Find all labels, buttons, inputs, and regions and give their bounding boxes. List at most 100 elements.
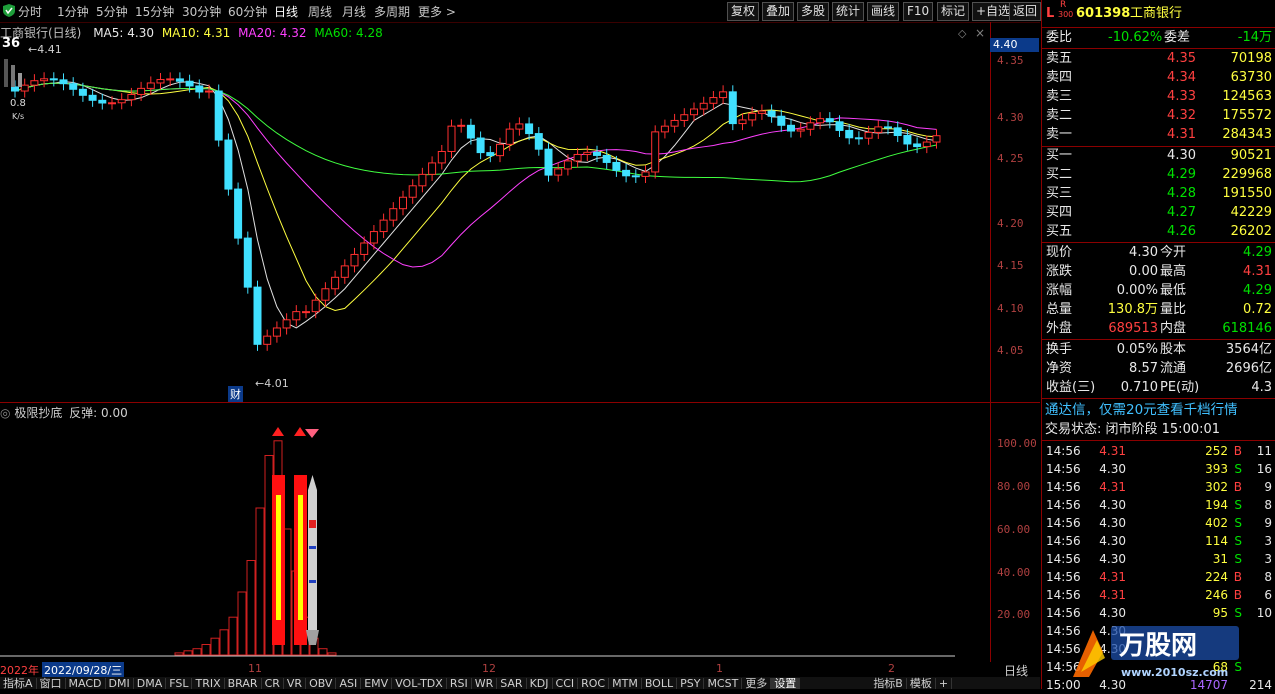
triangle-up-icon [294,427,306,436]
tick-side: B [1233,480,1242,494]
bid-row: 买三 4.28 191550 [1042,185,1275,203]
indicator-tab[interactable]: 设置 [771,678,801,689]
indicator-tab[interactable]: MACD [66,678,106,689]
indicator-tab[interactable]: 指标B [870,678,907,689]
candle [389,208,398,221]
signal-bar-core [298,495,303,620]
indicator-tab[interactable]: BOLL [642,678,678,689]
ask-price: 4.33 [1167,89,1196,104]
period-tab-more[interactable]: 更多 > [418,3,456,20]
bid-label: 买三 [1046,186,1073,201]
stat-label: 总量 [1046,302,1073,317]
period-tab-60min[interactable]: 60分钟 [228,3,267,20]
fund-label: PE(动) [1160,380,1200,395]
indicator-tab[interactable]: FSL [166,678,193,689]
indicator-tab[interactable]: WR [472,678,498,689]
indicator-tab[interactable]: MCST [704,678,743,689]
tick-time: 14:56 [1046,588,1081,602]
indicator-tab[interactable]: MTM [609,678,642,689]
indicator-chart[interactable] [0,420,990,660]
price-axis: 4.35 4.30 4.25 4.20 4.15 4.10 4.05 100.0… [990,22,1041,662]
badge-unit: K/s [12,112,25,121]
stat-value: 4.30 [1129,245,1158,260]
indicator-tab[interactable]: CR [262,678,284,689]
fund-row: 净资 8.57 流通 2696亿 [1042,360,1275,378]
indicator-tab[interactable]: SAR [497,678,527,689]
bid-row: 买四 4.27 42229 [1042,204,1275,222]
mark-button[interactable]: 标记 [937,2,970,21]
ask-label: 卖四 [1046,70,1073,85]
indicator-tab[interactable]: ROC [578,678,610,689]
period-tab-multi[interactable]: 多周期 [374,3,410,20]
indicator-tab[interactable]: OBV [306,678,337,689]
indicator-tab[interactable]: 更多 [742,678,772,689]
period-tab-daily[interactable]: 日线 [274,3,298,20]
price-tick: 4.10 [997,302,1024,315]
candle [205,90,213,93]
draw-line-button[interactable]: 画线 [867,2,900,21]
low-price-label: ←4.01 [255,377,289,390]
candle [302,311,310,314]
indicator-tab[interactable]: 模板 [907,678,936,689]
candle [476,137,485,154]
back-button[interactable]: 返回 [1009,2,1042,21]
tick-side: S [1234,606,1242,620]
promo-text[interactable]: 通达信，仅需20元查看千档行情 [1045,401,1238,419]
price-tick: 4.25 [997,152,1024,165]
indicator-name[interactable]: 极限抄底 [14,406,62,420]
indicator-tab[interactable]: VR [284,678,307,689]
candle [835,121,844,131]
indicator-tab[interactable]: + [936,678,953,689]
candlestick-chart[interactable] [0,22,990,402]
indicator-tab[interactable]: BRAR [225,678,262,689]
candle [922,141,931,148]
candle [709,97,718,104]
indicator-tab[interactable]: EMV [361,678,393,689]
period-tab-30min[interactable]: 30分钟 [182,3,221,20]
period-tab-5min[interactable]: 5分钟 [96,3,128,20]
indicator-tab[interactable]: DMA [134,678,167,689]
indicator-tab[interactable]: 窗口 [37,678,66,689]
candle [515,123,524,130]
adjust-button[interactable]: 复权 [727,2,760,21]
f10-button[interactable]: F10 [903,2,934,21]
indicator-tab[interactable]: TRIX [192,678,225,689]
indicator-settings-icon[interactable]: ◎ [0,406,10,420]
month-label: 1 [716,662,723,675]
tick-count: 9 [1264,480,1272,494]
multi-stock-button[interactable]: 多股 [797,2,830,21]
statistics-button[interactable]: 统计 [832,2,865,21]
diamond-icon[interactable]: ◇ [958,27,966,40]
period-tab-weekly[interactable]: 周线 [308,3,332,20]
tick-row: 14:56 4.31 252 B 11 [1042,442,1275,460]
indicator-tab[interactable]: RSI [447,678,472,689]
indicator-tab[interactable]: ASI [336,678,362,689]
period-tab-15min[interactable]: 15分钟 [135,3,174,20]
shield-icon [2,3,16,18]
earnings-event-marker[interactable]: 财 [228,386,243,402]
indicator-tab[interactable]: CCI [553,678,579,689]
add-watchlist-button[interactable]: +自选 [972,2,1015,21]
overlay-button[interactable]: 叠加 [762,2,795,21]
indicator-tab[interactable]: DMI [106,678,134,689]
promo-banner[interactable]: 通达信，仅需20元查看千档行情 [1042,401,1275,419]
candle [272,327,281,337]
badge-bars-icon [2,55,32,92]
indicator-legend: ◎ 极限抄底 反弹: 0.00 [0,404,128,421]
indicator-bar [264,455,274,656]
stat-value: 4.29 [1243,283,1272,298]
indicator-tab[interactable]: VOL-TDX [392,678,447,689]
tick-volume: 114 [1205,534,1228,548]
indicator-tab[interactable]: 指标A [0,678,37,689]
period-tab-monthly[interactable]: 月线 [342,3,366,20]
month-label: 11 [248,662,262,675]
indicator-tab[interactable]: PSY [677,678,705,689]
period-tab-intraday[interactable]: 分时 [18,3,42,20]
close-icon[interactable]: × [975,26,985,40]
period-tab-1min[interactable]: 1分钟 [57,3,89,20]
candle [651,131,660,173]
candle [903,135,912,145]
stock-header: L R 300 601398 工商银行 [1042,0,1275,23]
indicator-tab[interactable]: KDJ [527,678,553,689]
fund-row: 收益(三) 0.710 PE(动) 4.3 [1042,379,1275,397]
